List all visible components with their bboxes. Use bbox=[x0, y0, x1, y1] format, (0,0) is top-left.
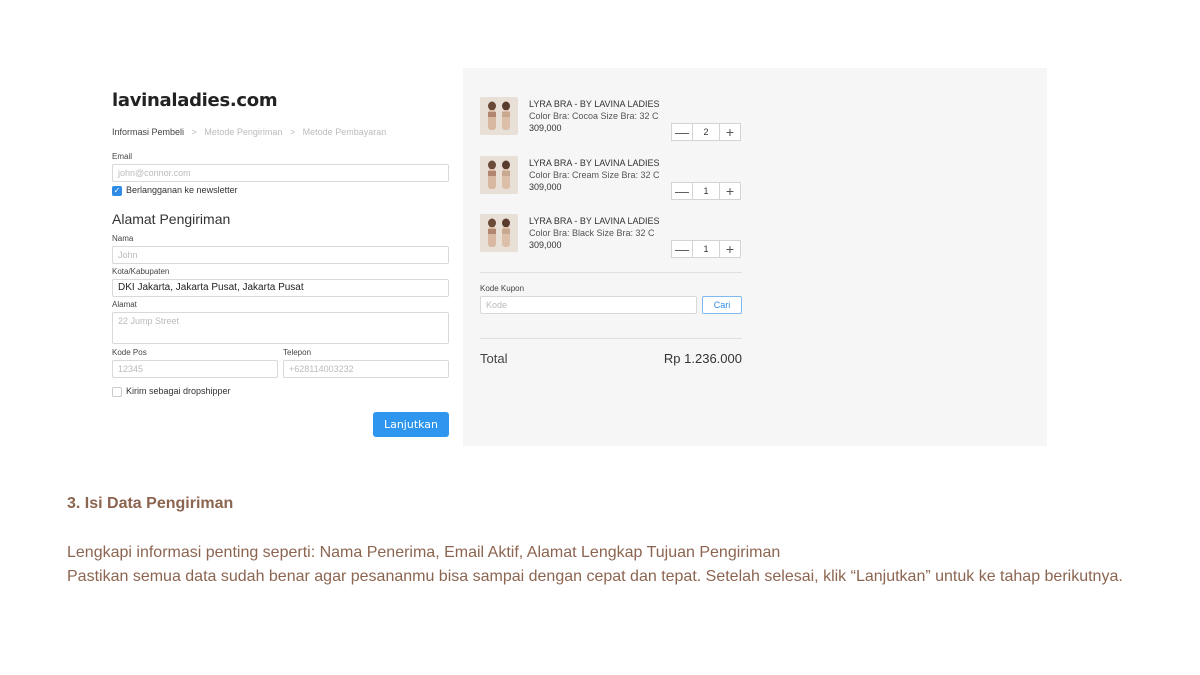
minus-icon[interactable]: — bbox=[672, 124, 692, 140]
checkout-screenshot: lavinaladies.com Informasi Pembeli > Met… bbox=[60, 68, 1047, 446]
description-line: Pastikan semua data sudah benar agar pes… bbox=[67, 567, 1123, 585]
cart-item-variant: Color Bra: Cream Size Bra: 32 C bbox=[529, 170, 660, 180]
city-label: Kota/Kabupaten bbox=[112, 267, 170, 276]
cart-item-price: 309,000 bbox=[529, 182, 562, 192]
phone-input[interactable]: +628114003232 bbox=[283, 360, 449, 378]
cart-item-variant: Color Bra: Cocoa Size Bra: 32 C bbox=[529, 111, 659, 121]
cart-item-name[interactable]: LYRA BRA - BY LAVINA LADIES bbox=[529, 99, 660, 109]
minus-icon[interactable]: — bbox=[672, 241, 692, 257]
cart-item: LYRA BRA - BY LAVINA LADIES Color Bra: C… bbox=[480, 97, 745, 142]
newsletter-label: Berlangganan ke newsletter bbox=[126, 185, 238, 195]
phone-label: Telepon bbox=[283, 348, 312, 357]
breadcrumb-step-payment-method[interactable]: Metode Pembayaran bbox=[303, 127, 387, 137]
name-input[interactable]: John bbox=[112, 246, 449, 264]
plus-icon[interactable]: + bbox=[720, 241, 740, 257]
breadcrumb-step-buyer-info[interactable]: Informasi Pembeli bbox=[112, 127, 184, 137]
plus-icon[interactable]: + bbox=[720, 124, 740, 140]
email-input[interactable]: john@connor.com bbox=[112, 164, 449, 182]
dropshipper-checkbox[interactable] bbox=[112, 387, 122, 397]
breadcrumb: Informasi Pembeli > Metode Pengiriman > … bbox=[112, 127, 386, 137]
step-description: Lengkapi informasi penting seperti: Nama… bbox=[67, 541, 1167, 588]
quantity-value[interactable]: 2 bbox=[692, 124, 720, 140]
postal-code-input[interactable]: 12345 bbox=[112, 360, 278, 378]
postal-code-label: Kode Pos bbox=[112, 348, 147, 357]
dropshipper-label: Kirim sebagai dropshipper bbox=[126, 386, 231, 396]
cart-item: LYRA BRA - BY LAVINA LADIES Color Bra: B… bbox=[480, 214, 745, 259]
breadcrumb-separator: > bbox=[191, 127, 197, 137]
total-value: Rp 1.236.000 bbox=[663, 351, 742, 366]
divider bbox=[480, 272, 742, 273]
quantity-value[interactable]: 1 bbox=[692, 183, 720, 199]
breadcrumb-step-shipping-method[interactable]: Metode Pengiriman bbox=[204, 127, 282, 137]
shipping-address-title: Alamat Pengiriman bbox=[112, 211, 231, 227]
cart-item-name[interactable]: LYRA BRA - BY LAVINA LADIES bbox=[529, 158, 660, 168]
breadcrumb-separator: > bbox=[289, 127, 296, 137]
quantity-stepper: — 2 + bbox=[671, 123, 741, 141]
city-select[interactable]: DKI Jakarta, Jakarta Pusat, Jakarta Pusa… bbox=[112, 279, 449, 297]
product-thumbnail bbox=[480, 156, 518, 194]
coupon-input[interactable]: Kode bbox=[480, 296, 697, 314]
cart-item-price: 309,000 bbox=[529, 123, 562, 133]
cart-item: LYRA BRA - BY LAVINA LADIES Color Bra: C… bbox=[480, 156, 745, 201]
address-label: Alamat bbox=[112, 300, 137, 309]
coupon-label: Kode Kupon bbox=[480, 284, 525, 293]
coupon-search-button[interactable]: Cari bbox=[702, 296, 742, 314]
store-logo[interactable]: lavinaladies.com bbox=[112, 90, 278, 111]
continue-button[interactable]: Lanjutkan bbox=[373, 412, 449, 437]
description-line: Lengkapi informasi penting seperti: Nama… bbox=[67, 544, 781, 561]
quantity-value[interactable]: 1 bbox=[692, 241, 720, 257]
checkout-form-panel: lavinaladies.com Informasi Pembeli > Met… bbox=[60, 68, 463, 446]
product-thumbnail bbox=[480, 97, 518, 135]
divider bbox=[480, 338, 742, 339]
product-thumbnail bbox=[480, 214, 518, 252]
cart-item-name[interactable]: LYRA BRA - BY LAVINA LADIES bbox=[529, 216, 660, 226]
quantity-stepper: — 1 + bbox=[671, 240, 741, 258]
address-textarea[interactable]: 22 Jump Street bbox=[112, 312, 449, 344]
check-icon: ✓ bbox=[113, 186, 121, 195]
step-title: 3. Isi Data Pengiriman bbox=[67, 495, 234, 512]
order-summary-panel: LYRA BRA - BY LAVINA LADIES Color Bra: C… bbox=[463, 68, 1047, 446]
newsletter-checkbox[interactable]: ✓ bbox=[112, 186, 122, 196]
name-label: Nama bbox=[112, 234, 134, 243]
email-label: Email bbox=[112, 152, 133, 161]
total-label: Total bbox=[480, 351, 508, 366]
quantity-stepper: — 1 + bbox=[671, 182, 741, 200]
cart-item-price: 309,000 bbox=[529, 240, 562, 250]
plus-icon[interactable]: + bbox=[720, 183, 740, 199]
minus-icon[interactable]: — bbox=[672, 183, 692, 199]
cart-item-variant: Color Bra: Black Size Bra: 32 C bbox=[529, 228, 655, 238]
